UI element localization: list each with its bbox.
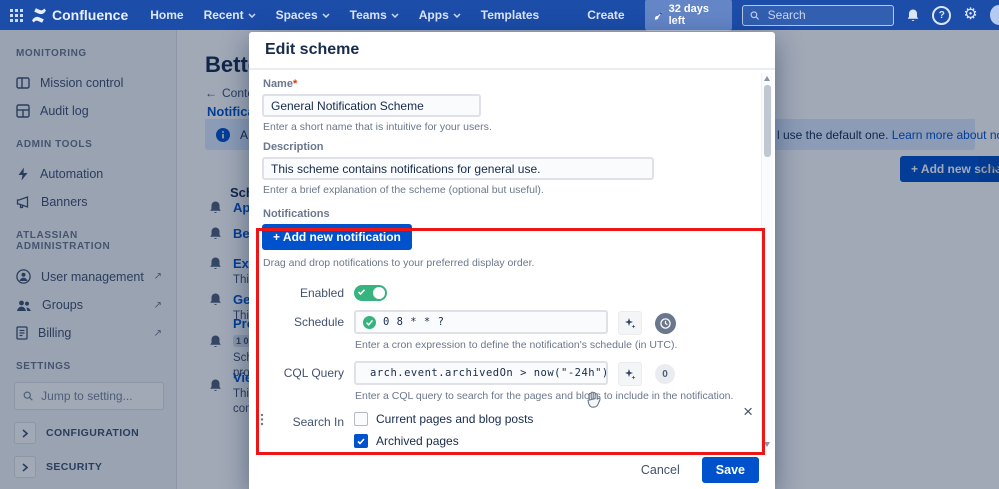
checkbox-checked-icon bbox=[354, 434, 368, 448]
confluence-mark-icon bbox=[32, 7, 46, 23]
global-search-input[interactable] bbox=[765, 7, 886, 23]
app-switcher-icon[interactable] bbox=[10, 8, 23, 22]
schedule-clock-icon[interactable] bbox=[655, 312, 676, 334]
schedule-row: Schedule 0 8 * * ? Enter a cron expressi… bbox=[262, 310, 759, 359]
name-helper: Enter a short name that is intuitive for… bbox=[263, 121, 492, 133]
description-helper: Enter a brief explanation of the scheme … bbox=[263, 184, 544, 196]
nav-item-create[interactable]: Create bbox=[587, 8, 624, 22]
modal-scrollbar[interactable] bbox=[761, 73, 773, 450]
screen: Confluence Home Recent Spaces Teams Apps… bbox=[0, 0, 999, 489]
toggle-check-icon bbox=[358, 289, 365, 295]
drag-handle-icon[interactable] bbox=[256, 413, 264, 426]
description-label: Description bbox=[263, 141, 324, 153]
user-avatar[interactable] bbox=[989, 5, 999, 25]
scroll-up-arrow[interactable] bbox=[764, 76, 770, 81]
checkbox-current-pages[interactable]: Current pages and blog posts bbox=[354, 412, 533, 426]
nav-right-cluster: 32 days left ? ⚙ bbox=[644, 0, 999, 31]
nav-item-spaces[interactable]: Spaces bbox=[276, 8, 330, 22]
nav-item-apps[interactable]: Apps bbox=[419, 8, 461, 22]
edit-scheme-modal: Edit scheme Name* Enter a short name tha… bbox=[249, 32, 775, 489]
reorder-hint: Drag and drop notifications to your pref… bbox=[263, 257, 535, 269]
remove-notification-icon[interactable]: × bbox=[743, 403, 753, 420]
search-in-label: Search In bbox=[292, 415, 344, 429]
search-icon bbox=[750, 10, 760, 20]
cql-helper: Enter a CQL query to search for the page… bbox=[355, 390, 734, 402]
trial-days-button[interactable]: 32 days left bbox=[644, 0, 733, 31]
chevron-down-icon bbox=[322, 12, 330, 18]
save-button[interactable]: Save bbox=[701, 457, 759, 483]
help-icon[interactable]: ? bbox=[932, 5, 952, 25]
chevron-down-icon bbox=[391, 12, 399, 18]
schedule-helper: Enter a cron expression to define the no… bbox=[355, 339, 678, 351]
required-asterisk: * bbox=[292, 78, 298, 90]
cancel-button[interactable]: Cancel bbox=[635, 462, 686, 478]
nav-item-teams[interactable]: Teams bbox=[350, 8, 399, 22]
cql-row: CQL Query arch.event.archivedOn > now("-… bbox=[262, 361, 759, 410]
valid-check-icon bbox=[363, 315, 376, 329]
schedule-input[interactable]: 0 8 * * ? bbox=[354, 310, 608, 334]
name-input[interactable] bbox=[262, 94, 481, 117]
description-input[interactable] bbox=[262, 157, 654, 180]
modal-title: Edit scheme bbox=[265, 41, 360, 58]
scrollbar-thumb[interactable] bbox=[764, 85, 771, 157]
chevron-down-icon bbox=[453, 12, 461, 18]
checkbox-archived-pages[interactable]: Archived pages bbox=[354, 434, 533, 448]
notification-card: × Enabled Schedule 0 8 * * ? Enter a cro… bbox=[256, 277, 759, 451]
nav-item-templates[interactable]: Templates bbox=[481, 8, 539, 22]
modal-scroll-area[interactable]: Name* Enter a short name that is intuiti… bbox=[249, 72, 759, 451]
chevron-down-icon bbox=[248, 12, 256, 18]
scroll-down-arrow[interactable] bbox=[764, 442, 770, 447]
search-in-row: Search In Current pages and blog posts A… bbox=[262, 412, 759, 451]
global-search[interactable] bbox=[742, 4, 894, 26]
cron-assist-sparkle-icon[interactable] bbox=[618, 311, 642, 335]
brand-label: Confluence bbox=[52, 7, 129, 23]
top-nav: Confluence Home Recent Spaces Teams Apps… bbox=[0, 0, 999, 31]
settings-gear-icon[interactable]: ⚙ bbox=[961, 5, 979, 25]
cql-label: CQL Query bbox=[283, 366, 344, 380]
name-label: Name* bbox=[263, 78, 298, 90]
modal-header: Edit scheme bbox=[249, 32, 775, 70]
rocket-icon bbox=[654, 10, 663, 20]
enabled-row: Enabled bbox=[262, 283, 759, 301]
cql-input[interactable]: arch.event.archivedOn > now("-24h") bbox=[354, 361, 608, 385]
cql-result-count-badge: 0 bbox=[655, 364, 675, 384]
notifications-label: Notifications bbox=[263, 208, 330, 220]
nav-item-home[interactable]: Home bbox=[150, 8, 183, 22]
notifications-bell-icon[interactable] bbox=[904, 5, 922, 25]
checkbox-icon bbox=[354, 412, 368, 426]
cql-assist-sparkle-icon[interactable] bbox=[618, 362, 642, 386]
schedule-label: Schedule bbox=[293, 315, 344, 329]
add-new-notification-button[interactable]: + Add new notification bbox=[262, 224, 412, 250]
modal-footer: Cancel Save bbox=[249, 451, 775, 489]
nav-item-recent[interactable]: Recent bbox=[204, 8, 256, 22]
confluence-logo[interactable]: Confluence bbox=[31, 7, 128, 23]
enabled-label: Enabled bbox=[299, 286, 344, 300]
enabled-toggle[interactable] bbox=[354, 285, 387, 301]
